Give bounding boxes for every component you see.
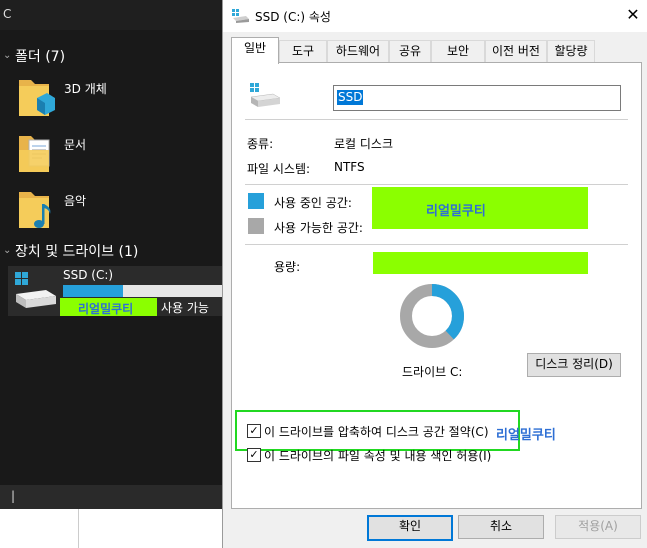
compress-label[interactable]: 이 드라이브를 압축하여 디스크 공간 절약(C) [264,423,489,440]
drive-name-field[interactable]: SSD [333,85,621,111]
text-cursor: | [11,489,16,503]
free-space-swatch [248,218,264,234]
divider [245,244,628,245]
free-space-label: 사용 가능한 공간: [274,221,363,235]
file-system-value: NTFS [334,160,365,174]
watermark-text: 리얼밀쿠티 [426,204,486,219]
explorer-bottom-area [0,509,222,548]
drive-icon [15,272,56,308]
group-header-folders[interactable]: 폴더 (7) [15,46,65,66]
drive-icon [250,83,281,107]
group-header-drives[interactable]: 장치 및 드라이브 (1) [15,241,138,261]
redaction-box [373,252,588,274]
properties-dialog: SSD (C:) 속성 ✕ 일반 도구 하드웨어 공유 보안 이전 버전 할당량… [222,0,647,548]
folder-label: 문서 [64,138,87,152]
watermark-text: 리얼밀쿠티 [496,428,556,443]
folder-label: 음악 [64,194,87,208]
3d-objects-folder-icon [19,80,55,116]
explorer-top-strip [0,0,222,30]
tab-quota[interactable]: 할당량 [547,40,595,63]
cancel-button[interactable]: 취소 [458,515,544,539]
file-system-label: 파일 시스템: [247,162,311,176]
tab-previous-versions[interactable]: 이전 버전 [485,40,547,63]
disk-cleanup-button[interactable]: 디스크 정리(D) [527,353,621,377]
tab-general[interactable]: 일반 [231,37,279,64]
compress-checkbox[interactable]: ✓ [247,424,261,438]
drive-caption: 드라이브 C: [402,365,463,379]
general-tab-panel: SSD 종류: 로컬 디스크 파일 시스템: NTFS 사용 중인 공간: 사용… [231,62,642,509]
tab-tools[interactable]: 도구 [279,40,327,63]
folder-item-documents[interactable]: 문서 [15,128,215,178]
type-value: 로컬 디스크 [334,137,394,151]
used-space-label: 사용 중인 공간: [274,196,352,210]
tab-security[interactable]: 보안 [431,40,485,63]
documents-folder-icon [19,136,50,172]
capacity-donut-chart [400,284,464,348]
type-label: 종류: [247,137,274,151]
capacity-label: 용량: [274,260,301,274]
drive-free-text: 사용 가능 [161,301,209,315]
chevron-down-icon[interactable]: ⌄ [3,245,11,256]
folder-item-3d-objects[interactable]: 3D 개체 [15,72,215,122]
index-checkbox[interactable]: ✓ [247,448,261,462]
tab-sharing[interactable]: 공유 [389,40,431,63]
drive-usage-bar [63,285,222,297]
title-bar: SSD (C:) 속성 ✕ [223,0,647,32]
explorer-pane: C ⌄ 폴더 (7) 3D 개체 문서 음악 ⌄ 장치 및 드라이브 (1) S… [0,0,222,548]
chevron-down-icon[interactable]: ⌄ [3,50,11,61]
divider [245,119,628,120]
folder-item-music[interactable]: 음악 [15,184,215,234]
drive-name-value: SSD [337,90,364,105]
tab-hardware[interactable]: 하드웨어 [327,40,389,63]
index-label[interactable]: 이 드라이브의 파일 속성 및 내용 색인 허용(I) [264,447,491,464]
folder-label: 3D 개체 [64,82,107,96]
apply-button[interactable]: 적용(A) [555,515,641,539]
drive-icon [232,9,249,23]
dialog-title: SSD (C:) 속성 [255,10,331,24]
watermark-text: 리얼밀쿠티 [78,302,134,316]
music-folder-icon [19,192,51,228]
status-field[interactable]: | [0,485,222,509]
divider [245,184,628,185]
ok-button[interactable]: 확인 [367,515,453,541]
close-button[interactable]: ✕ [623,6,643,26]
drive-name: SSD (C:) [63,268,114,282]
address-fragment: C [3,7,12,21]
used-space-swatch [248,193,264,209]
divider [78,509,79,548]
drive-usage-fill [63,285,124,297]
